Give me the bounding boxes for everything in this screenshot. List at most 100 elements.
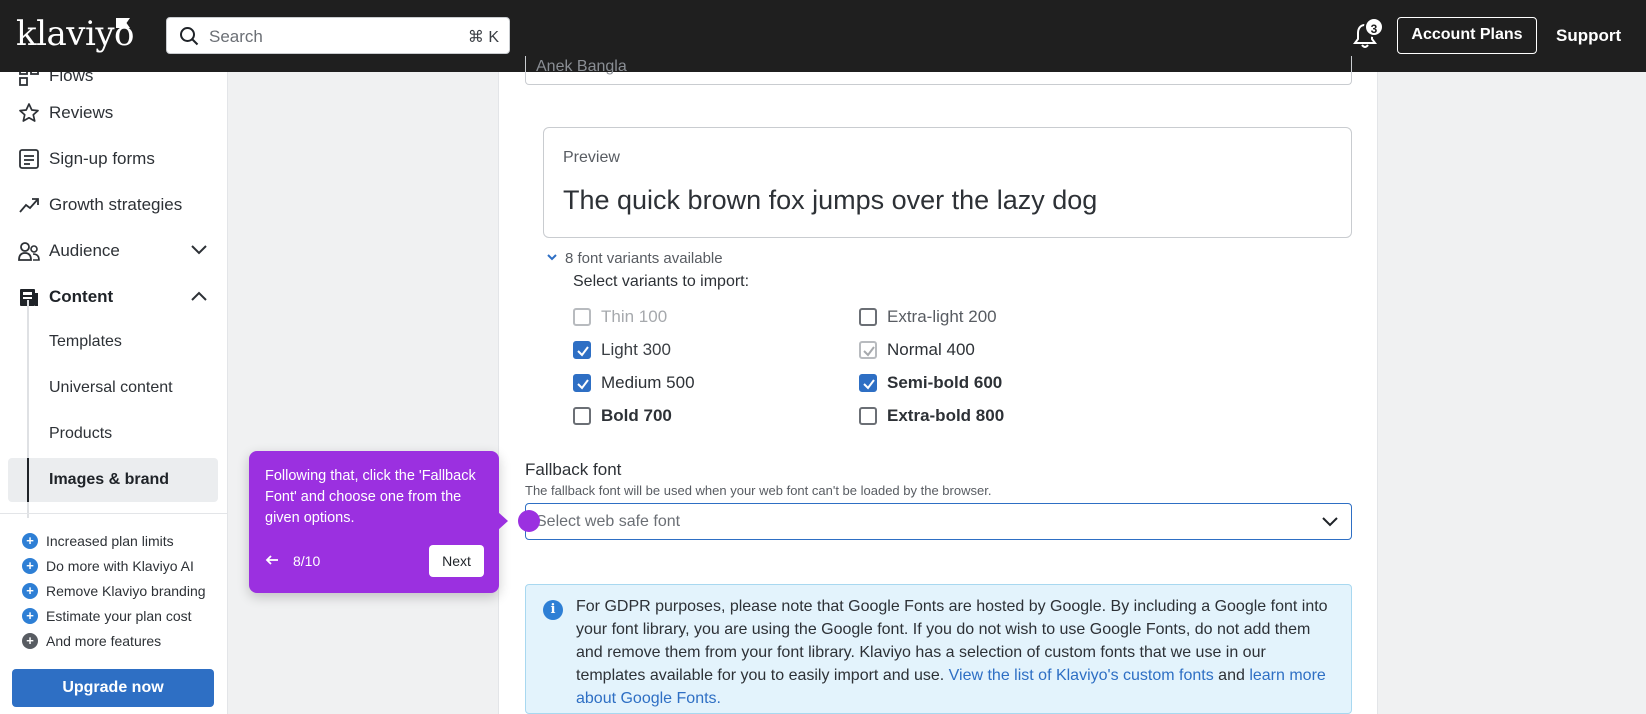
variant-label: Semi-bold 600: [887, 373, 1003, 392]
notification-badge: 3: [1364, 17, 1384, 37]
fallback-font-help: The fallback font will be used when your…: [525, 483, 992, 498]
plus-circle-icon: +: [22, 633, 38, 649]
sidebar-item-signup-forms[interactable]: Sign-up forms: [0, 139, 227, 179]
search-icon: [180, 27, 199, 46]
info-icon: i: [543, 600, 563, 620]
tooltip-text: Following that, click the 'Fallback Font…: [265, 468, 476, 526]
plus-circle-icon: +: [22, 608, 38, 624]
font-name-value: Anek Bangla: [536, 58, 627, 75]
feature-label: Increased plan limits: [46, 533, 174, 549]
sidebar-subitem-label: Images & brand: [49, 471, 170, 488]
chevron-down-icon: [547, 254, 557, 261]
variant-extra-bold-800-checkbox[interactable]: Extra-bold 800: [859, 405, 1079, 427]
sidebar-subitem-label: Templates: [49, 333, 122, 350]
variant-normal-400-checkbox: Normal 400: [859, 339, 1079, 361]
tooltip-next-button[interactable]: Next: [429, 545, 484, 577]
upgrade-now-button[interactable]: Upgrade now: [12, 669, 214, 707]
variant-label: Light 300: [601, 340, 671, 359]
tooltip-arrow: [498, 512, 508, 530]
checkbox: [573, 308, 591, 326]
feature-item[interactable]: + Do more with Klaviyo AI: [22, 556, 222, 576]
checkbox: [859, 308, 877, 326]
variant-label: Normal 400: [887, 340, 975, 359]
gdpr-notice: i For GDPR purposes, please note that Go…: [525, 584, 1352, 714]
variant-thin-100-checkbox[interactable]: Thin 100: [573, 306, 793, 328]
flows-icon: [19, 72, 39, 86]
sidebar-item-label: Reviews: [49, 103, 114, 122]
variant-label: Bold 700: [601, 406, 672, 425]
fallback-font-label: Fallback font: [525, 460, 622, 479]
variants-toggle[interactable]: 8 font variants available: [546, 250, 746, 270]
sidebar-item-label: Audience: [49, 241, 120, 260]
preview-label: Preview: [563, 149, 620, 166]
chevron-down-icon: [1322, 517, 1338, 527]
search-placeholder: Search: [209, 27, 263, 46]
select-variants-label: Select variants to import:: [573, 273, 750, 290]
sidebar-item-audience[interactable]: Audience: [0, 231, 227, 271]
variant-label: Extra-light 200: [887, 307, 997, 326]
guide-tooltip: Following that, click the 'Fallback Font…: [249, 451, 499, 593]
sidebar-subitem-products[interactable]: Products: [8, 412, 218, 456]
klaviyo-custom-fonts-link[interactable]: View the list of Klaviyo's custom fonts: [949, 667, 1214, 684]
sidebar-item-label: Content: [49, 287, 114, 306]
plus-circle-icon: +: [22, 558, 38, 574]
variant-light-300-checkbox[interactable]: Light 300: [573, 339, 793, 361]
variant-medium-500-checkbox[interactable]: Medium 500: [573, 372, 793, 394]
sidebar-item-growth-strategies[interactable]: Growth strategies: [0, 185, 227, 225]
tooltip-step: 8/10: [293, 553, 321, 569]
star-icon: [19, 103, 39, 122]
feature-label: Estimate your plan cost: [46, 608, 192, 624]
feature-label: Do more with Klaviyo AI: [46, 558, 194, 574]
form-icon: [19, 149, 39, 169]
feature-item[interactable]: + Remove Klaviyo branding: [22, 581, 222, 601]
sidebar-subitem-label: Products: [49, 425, 113, 442]
variant-label: Extra-bold 800: [887, 406, 1005, 425]
variant-label: Thin 100: [601, 307, 668, 326]
people-icon: [18, 242, 40, 261]
checkbox: [573, 407, 591, 425]
feature-item[interactable]: + And more features: [22, 631, 222, 651]
feature-item[interactable]: + Estimate your plan cost: [22, 606, 222, 626]
content-icon: [20, 289, 38, 306]
variants-count: 8 font variants available: [565, 250, 723, 267]
font-preview-box: Preview The quick brown fox jumps over t…: [543, 127, 1352, 238]
sidebar-subitem-images-brand[interactable]: Images & brand: [8, 458, 218, 502]
sidebar-divider: [0, 513, 227, 514]
gdpr-and: and: [1213, 667, 1250, 684]
variant-semi-bold-600-checkbox[interactable]: Semi-bold 600: [859, 372, 1079, 394]
sidebar-subitem-templates[interactable]: Templates: [8, 320, 218, 364]
sidebar-subitem-universal-content[interactable]: Universal content: [8, 366, 218, 410]
feature-item[interactable]: + Increased plan limits: [22, 531, 222, 551]
feature-label: Remove Klaviyo branding: [46, 583, 206, 599]
checkbox-checked-disabled: [859, 341, 877, 359]
feature-label: And more features: [46, 633, 162, 649]
search-shortcut: ⌘ K: [467, 29, 499, 46]
plus-circle-icon: +: [22, 583, 38, 599]
variant-label: Medium 500: [601, 373, 695, 392]
search-input[interactable]: Search ⌘ K: [166, 17, 510, 54]
tooltip-target-dot: [518, 510, 540, 532]
arrow-left-icon[interactable]: [265, 554, 279, 566]
variant-bold-700-checkbox[interactable]: Bold 700: [573, 405, 793, 427]
fallback-font-select[interactable]: Select web safe font: [525, 503, 1352, 540]
sidebar-item-label: Flows: [49, 72, 94, 85]
sidebar-item-reviews[interactable]: Reviews: [0, 93, 227, 133]
trend-icon: [19, 198, 39, 213]
account-plans-button[interactable]: Account Plans: [1397, 17, 1537, 54]
checkbox-checked: [859, 374, 877, 392]
font-name-input[interactable]: Anek Bangla: [525, 56, 1352, 85]
checkbox: [859, 407, 877, 425]
fallback-font-placeholder: Select web safe font: [536, 513, 681, 530]
chevron-up-icon: [191, 291, 207, 301]
variant-extra-light-200-checkbox[interactable]: Extra-light 200: [859, 306, 1079, 328]
gdpr-text-block: For GDPR purposes, please note that Goog…: [576, 595, 1336, 710]
sidebar-item-label: Growth strategies: [49, 195, 183, 214]
chevron-down-icon: [191, 245, 207, 255]
preview-text: The quick brown fox jumps over the lazy …: [563, 185, 1098, 215]
checkbox-checked: [573, 374, 591, 392]
checkbox-checked: [573, 341, 591, 359]
support-link[interactable]: Support: [1556, 26, 1621, 46]
sidebar-item-content[interactable]: Content: [0, 277, 227, 317]
sidebar-subitem-label: Universal content: [49, 379, 173, 396]
sidebar-item-label: Sign-up forms: [49, 149, 155, 168]
